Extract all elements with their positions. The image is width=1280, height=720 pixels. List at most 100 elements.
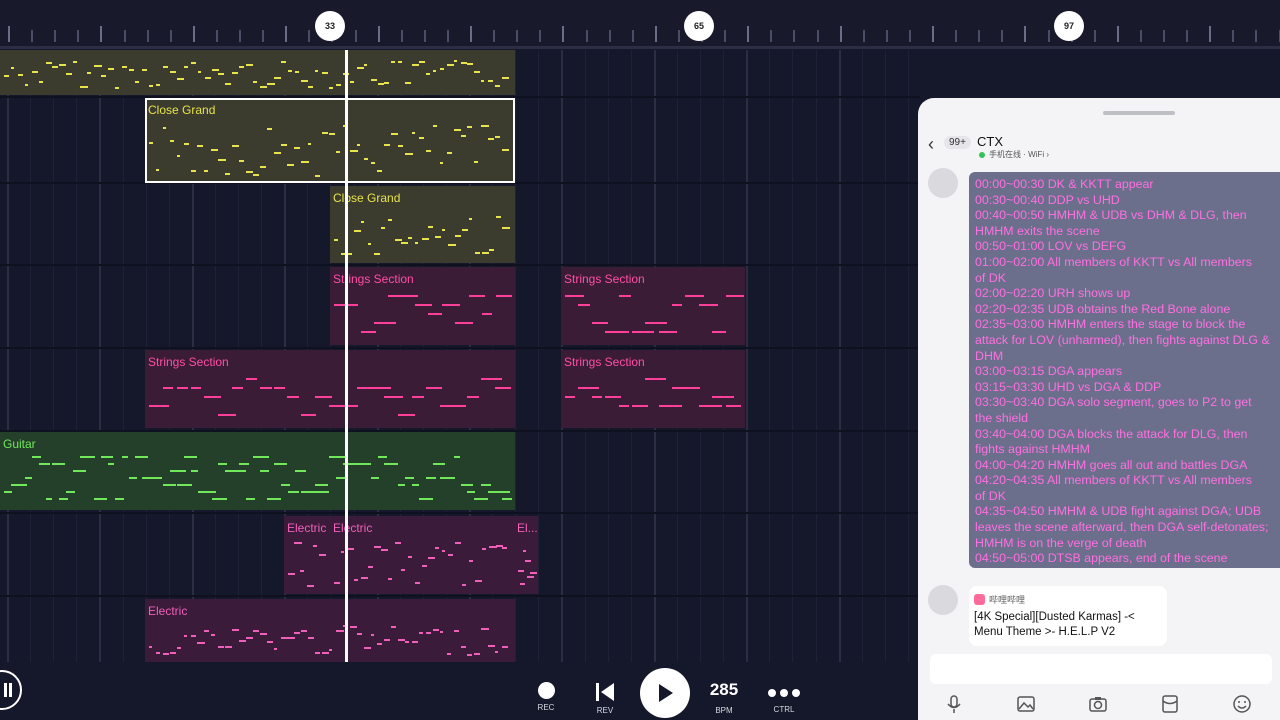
- play-button[interactable]: [640, 666, 690, 718]
- clip-title: Strings Section: [564, 272, 645, 286]
- clip-strings-section[interactable]: Strings Section: [330, 267, 515, 345]
- bar-marker-33[interactable]: 33: [315, 11, 345, 41]
- ruler-tick: [1047, 30, 1050, 42]
- message-line: 02:00~02:20 URH shows up: [975, 286, 1131, 301]
- midi-note: [66, 491, 75, 493]
- clip-electric[interactable]: Electric: [330, 516, 515, 594]
- image-icon[interactable]: [1016, 694, 1036, 714]
- clip-close-grand[interactable]: Close Grand: [330, 186, 515, 263]
- midi-note: [370, 387, 392, 389]
- midi-note: [401, 569, 406, 572]
- contact-status[interactable]: 手机在线 · WiFi ›: [989, 149, 1049, 160]
- midi-note: [38, 81, 43, 84]
- midi-note: [225, 646, 232, 649]
- midi-note: [163, 484, 177, 486]
- midi-note: [455, 234, 461, 237]
- ruler-tick: [423, 30, 426, 42]
- midi-note: [432, 463, 446, 465]
- midi-note: [468, 295, 486, 297]
- midi-note: [565, 396, 575, 398]
- playhead[interactable]: [345, 50, 348, 662]
- midi-note: [658, 331, 677, 333]
- midi-note: [712, 331, 727, 333]
- midi-note: [441, 304, 460, 306]
- midi-note: [631, 405, 648, 407]
- bpm-control[interactable]: 285 BPM: [704, 666, 744, 715]
- clip-row1-a[interactable]: [0, 50, 515, 95]
- shared-link-card[interactable]: 哔哩哔哩 [4K Special][Dusted Karmas] -< Menu…: [969, 586, 1167, 646]
- midi-note: [294, 542, 303, 545]
- midi-note: [253, 456, 269, 458]
- midi-note: [482, 251, 489, 254]
- emoji-icon[interactable]: [1232, 694, 1252, 714]
- message-input[interactable]: [930, 654, 1272, 684]
- microphone-icon[interactable]: [944, 694, 964, 714]
- bar-marker-65[interactable]: 65: [684, 11, 714, 41]
- rewind-button[interactable]: REV: [590, 666, 620, 715]
- camera-icon[interactable]: [1088, 694, 1108, 714]
- midi-note: [315, 652, 321, 655]
- midi-note: [252, 174, 259, 177]
- bar-marker-97[interactable]: 97: [1054, 11, 1084, 41]
- avatar[interactable]: [928, 168, 958, 198]
- midi-note: [301, 160, 309, 163]
- midi-note: [453, 630, 459, 633]
- midi-note: [474, 498, 488, 500]
- clip-strings-section[interactable]: Strings Section: [561, 350, 745, 428]
- midi-note: [306, 585, 315, 588]
- clip-strings-section[interactable]: Strings Section: [145, 350, 515, 428]
- midi-note: [421, 564, 428, 567]
- midi-note: [356, 143, 360, 146]
- midi-note: [453, 60, 458, 63]
- avatar[interactable]: [928, 585, 958, 615]
- back-chevron-icon[interactable]: ‹: [928, 134, 934, 155]
- midi-note: [31, 71, 38, 74]
- clip-electric[interactable]: Electric: [145, 599, 515, 662]
- red-packet-icon[interactable]: [1160, 694, 1180, 714]
- record-button[interactable]: REC: [532, 666, 560, 712]
- midi-note: [335, 630, 344, 633]
- midi-note: [367, 243, 372, 246]
- midi-note: [121, 66, 127, 69]
- midi-note: [495, 215, 501, 218]
- midi-note: [441, 228, 446, 231]
- clip-electric[interactable]: Electric: [284, 516, 331, 594]
- message-line: the shield: [975, 410, 1029, 425]
- midi-note: [502, 645, 509, 648]
- clip-strings-section[interactable]: Strings Section: [561, 267, 745, 345]
- midi-note: [425, 477, 437, 479]
- message-line: 00:50~01:00 LOV vs DEFG: [975, 239, 1127, 254]
- unread-badge[interactable]: 99+: [944, 136, 971, 149]
- ruler-tick: [77, 30, 80, 42]
- midi-note: [266, 640, 274, 643]
- midi-note: [398, 60, 402, 63]
- timeline-ruler[interactable]: 33 65 97: [0, 0, 1280, 49]
- midi-note: [204, 491, 217, 493]
- midi-note: [149, 646, 153, 649]
- midi-note: [467, 491, 476, 493]
- contact-name[interactable]: CTX: [977, 134, 1003, 149]
- midi-note: [52, 463, 65, 465]
- midi-note: [246, 498, 256, 500]
- clip-guitar[interactable]: Guitar: [0, 432, 515, 510]
- ruler-tick: [932, 26, 934, 42]
- midi-note: [162, 387, 174, 389]
- bpm-value: 285: [709, 680, 739, 699]
- midi-note: [266, 498, 282, 500]
- message-bubble[interactable]: 00:00~00:30 DK & KKTT appear 00:30~00:40 …: [969, 172, 1280, 568]
- midi-note: [329, 86, 333, 89]
- grid-beat-line: [7, 50, 9, 662]
- clip-electric[interactable]: El...: [514, 516, 538, 594]
- ruler-tick: [446, 30, 449, 42]
- ctrl-button[interactable]: CTRL: [766, 666, 802, 714]
- clip-close-grand-selected[interactable]: Close Grand: [145, 98, 515, 183]
- clip-title: Electric: [333, 521, 373, 535]
- message-line: 03:40~04:00 DGA blocks the attack for DL…: [975, 426, 1248, 441]
- midi-note: [280, 484, 291, 486]
- midi-note: [315, 396, 332, 398]
- midi-note: [107, 463, 114, 465]
- share-source: 哔哩哔哩: [989, 595, 1026, 605]
- midi-note: [698, 405, 722, 407]
- drag-handle[interactable]: [1103, 111, 1175, 115]
- piano-roll-button[interactable]: [0, 670, 22, 710]
